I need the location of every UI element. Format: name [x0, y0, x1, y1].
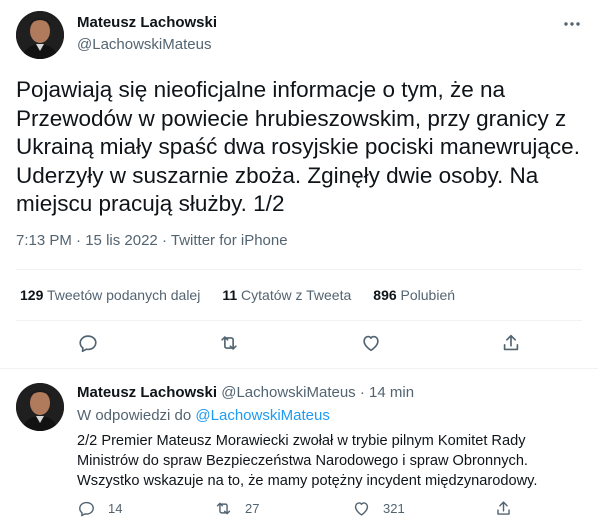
reply-retweets-count: 27: [245, 501, 260, 516]
reply-author-name[interactable]: Mateusz Lachowski: [77, 384, 217, 401]
retweets-stat[interactable]: 129 Tweetów podanych dalej: [20, 287, 200, 303]
reply-icon: [79, 501, 94, 517]
retweets-label: Tweetów podanych dalej: [47, 287, 201, 303]
like-icon: [354, 502, 369, 516]
replying-to-link[interactable]: @LachowskiMateus: [195, 407, 329, 424]
tweet-date[interactable]: 15 lis 2022: [85, 232, 158, 249]
tweet-time[interactable]: 7:13 PM: [16, 232, 72, 249]
divider: [0, 368, 598, 369]
avatar[interactable]: [16, 11, 64, 59]
like-icon[interactable]: [360, 332, 384, 356]
likes-count: 896: [373, 287, 397, 303]
reply-avatar[interactable]: [16, 383, 64, 431]
share-icon: [497, 501, 510, 515]
reply-separator: ·: [359, 384, 365, 401]
reply-text: 2/2 Premier Mateusz Morawiecki zwołał w …: [77, 433, 538, 489]
divider: [16, 269, 582, 270]
divider: [16, 320, 582, 321]
share-icon[interactable]: [500, 332, 524, 356]
quotes-label: Cytatów z Tweeta: [241, 287, 352, 303]
retweet-icon[interactable]: [218, 332, 242, 356]
quotes-stat[interactable]: 11 Cytatów z Tweeta: [222, 287, 351, 303]
avatar-image: [16, 11, 64, 59]
reply-reply-button[interactable]: 14: [77, 499, 122, 518]
replying-to: W odpowiedzi do @LachowskiMateus: [77, 407, 330, 424]
reply-header: Mateusz Lachowski @LachowskiMateus · 14 …: [77, 384, 414, 401]
likes-label: Polubień: [400, 287, 456, 303]
tweet-actions: [0, 332, 598, 360]
reply-icon[interactable]: [77, 332, 101, 356]
tweet-text: Pojawiają się nieoficjalne informacje o …: [16, 77, 580, 216]
retweets-count: 129: [20, 287, 44, 303]
tweet-stats: 129 Tweetów podanych dalej 11 Cytatów z …: [20, 287, 477, 303]
reply-replies-count: 14: [108, 501, 123, 516]
likes-stat[interactable]: 896 Polubień: [373, 287, 455, 303]
reply-likes-count: 321: [383, 501, 405, 516]
replying-prefix: W odpowiedzi do: [77, 407, 192, 424]
more-icon[interactable]: [562, 14, 582, 34]
tweet-meta: 7:13 PM · 15 lis 2022 · Twitter for iPho…: [16, 232, 288, 249]
retweet-icon: [216, 502, 231, 515]
tweet-source[interactable]: Twitter for iPhone: [171, 232, 288, 249]
reply-time[interactable]: 14 min: [369, 384, 414, 401]
author-handle[interactable]: @LachowskiMateus: [77, 36, 211, 53]
reply-actions: 14 27 321: [77, 498, 582, 520]
meta-separator: ·: [161, 232, 167, 249]
author-name[interactable]: Mateusz Lachowski: [77, 14, 217, 31]
meta-separator: ·: [76, 232, 82, 249]
reply-author-handle[interactable]: @LachowskiMateus: [221, 384, 355, 401]
main-tweet: Mateusz Lachowski @LachowskiMateus Pojaw…: [0, 0, 598, 368]
quotes-count: 11: [222, 287, 238, 303]
avatar-image: [16, 383, 64, 431]
reply-share-button[interactable]: [494, 499, 513, 518]
reply-retweet-button[interactable]: 27: [214, 499, 259, 518]
reply-like-button[interactable]: 321: [352, 499, 405, 518]
